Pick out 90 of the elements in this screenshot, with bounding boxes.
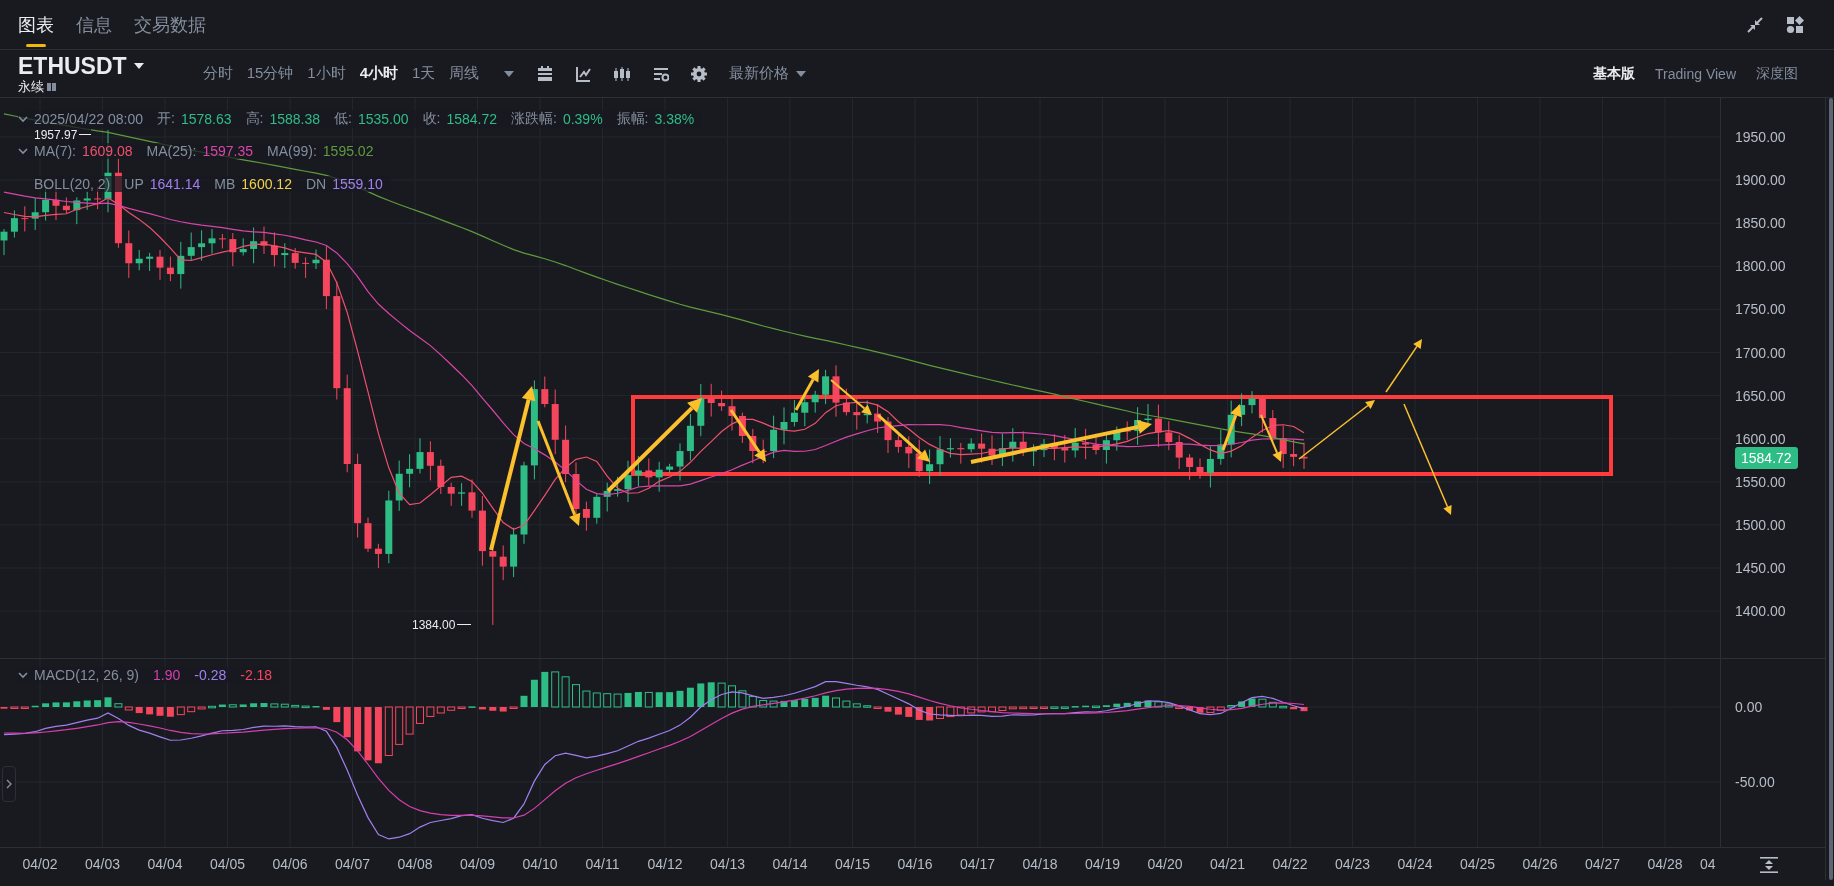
date-axis-label: 04/25 [1460, 856, 1495, 872]
date-axis-label: 04/07 [335, 856, 370, 872]
macd-value: 1.90 [153, 667, 181, 683]
legend-label: 涨跌幅: [511, 110, 557, 128]
price-source-select[interactable]: 最新价格 [729, 64, 790, 83]
date-axis-label: 04/23 [1335, 856, 1370, 872]
date-axis-label: 04/11 [585, 856, 620, 872]
legend-label: 收: [422, 110, 441, 128]
contract-type: 永续 [18, 78, 44, 95]
price-axis-label: 1550.00 [1735, 473, 1786, 490]
legend-label: 开: [157, 110, 175, 128]
price-axis-label: 1600.00 [1735, 430, 1786, 447]
macd-label: MACD(12, 26, 9) [34, 667, 140, 683]
date-axis-label: 04 [1700, 856, 1716, 872]
date-axis-label: 04/06 [272, 856, 308, 872]
price-axis-label: 1950.00 [1735, 129, 1786, 145]
date-axis-label: 04/03 [85, 856, 120, 872]
low-price-marker: 1384.00 [412, 618, 456, 632]
interval-button[interactable]: 1小时 [307, 60, 346, 87]
legend-value: 1588.38 [269, 111, 320, 127]
legend-label: MA(25): [146, 143, 197, 159]
price-axis-label: 1750.00 [1735, 301, 1786, 318]
price-axis-label: 1700.00 [1735, 344, 1786, 361]
legend-value: 3.38% [654, 111, 695, 127]
macd-value: -2.18 [240, 667, 273, 683]
legend-label: 振幅: [616, 110, 649, 128]
legend-label: 高: [245, 110, 264, 128]
legend-label: 低: [334, 110, 352, 128]
interval-button[interactable]: 4小时 [359, 60, 398, 87]
interval-button[interactable]: 周线 [449, 60, 480, 87]
price-axis-label: 1650.00 [1735, 387, 1786, 404]
price-axis-label: 1400.00 [1735, 603, 1786, 620]
date-axis-label: 04/22 [1272, 856, 1308, 872]
price-axis-label: 1800.00 [1735, 258, 1786, 275]
date-axis-label: 04/19 [1085, 856, 1120, 872]
price-axis-label: 1500.00 [1735, 516, 1786, 533]
price-axis-label: 1900.00 [1735, 172, 1786, 189]
date-axis-label: 04/10 [522, 856, 558, 872]
date-axis-label: 04/15 [835, 856, 870, 872]
legend-value: 1600.12 [241, 176, 292, 192]
date-axis-label: 04/12 [647, 856, 683, 872]
legend-datetime: 2025/04/22 08:00 [34, 111, 143, 127]
date-axis-label: 04/02 [22, 856, 58, 872]
legend-value: 1578.63 [180, 111, 232, 127]
legend-value: 1559.10 [332, 176, 383, 192]
price-axis-label: 1450.00 [1735, 560, 1786, 576]
interval-button[interactable]: 分时 [202, 60, 233, 87]
tab[interactable]: 图表 [18, 0, 54, 49]
legend-value: 1609.08 [82, 143, 133, 159]
legend-label: DN [305, 176, 327, 192]
date-axis-label: 04/27 [1585, 856, 1620, 872]
tab[interactable]: 信息 [76, 0, 112, 49]
legend-value: 1535.00 [357, 111, 409, 127]
legend-label: MB [214, 176, 236, 192]
interval-button[interactable]: 15分钟 [246, 60, 294, 87]
view-tab[interactable]: Trading View [1655, 60, 1736, 87]
date-axis-label: 04/18 [1022, 856, 1058, 872]
macd-value: -0.28 [194, 667, 227, 683]
price-axis-label: 1850.00 [1735, 215, 1786, 232]
last-price-tag: 1584.72 [1735, 447, 1798, 470]
legend-value: 1597.35 [202, 143, 253, 159]
date-axis-label: 04/26 [1522, 856, 1558, 872]
legend-label: MA(7): [34, 143, 76, 159]
date-axis-label: 04/14 [772, 856, 808, 872]
macd-axis-label: -50.00 [1735, 774, 1775, 790]
high-price-marker: 1957.97 [34, 128, 78, 142]
symbol-name[interactable]: ETHUSDT [18, 52, 127, 79]
date-axis-label: 04/20 [1147, 856, 1183, 872]
date-axis-label: 04/04 [147, 856, 183, 872]
macd-axis-label: 0.00 [1735, 699, 1763, 715]
date-axis-label: 04/24 [1397, 856, 1433, 872]
date-axis-label: 04/16 [897, 856, 933, 872]
date-axis-label: 04/08 [397, 856, 433, 872]
legend-label: MA(99): [267, 143, 317, 159]
interval-button[interactable]: 1天 [412, 60, 436, 87]
tab[interactable]: 交易数据 [134, 0, 206, 49]
date-axis-label: 04/17 [960, 856, 995, 872]
view-tab[interactable]: 基本版 [1593, 60, 1636, 87]
date-axis-label: 04/13 [710, 856, 745, 872]
legend-value: 1584.72 [446, 111, 497, 127]
date-axis-label: 04/28 [1647, 856, 1683, 872]
legend-value: 1641.14 [149, 176, 201, 192]
date-axis-label: 04/09 [460, 856, 495, 872]
legend-value: 0.39% [562, 111, 603, 127]
legend-value: 1595.02 [322, 143, 374, 159]
legend-label: UP [124, 176, 144, 192]
date-axis-label: 04/05 [210, 856, 245, 872]
legend-label: BOLL(20, 2) [34, 176, 111, 192]
date-axis-label: 04/21 [1210, 856, 1245, 872]
view-tab[interactable]: 深度图 [1756, 60, 1798, 87]
